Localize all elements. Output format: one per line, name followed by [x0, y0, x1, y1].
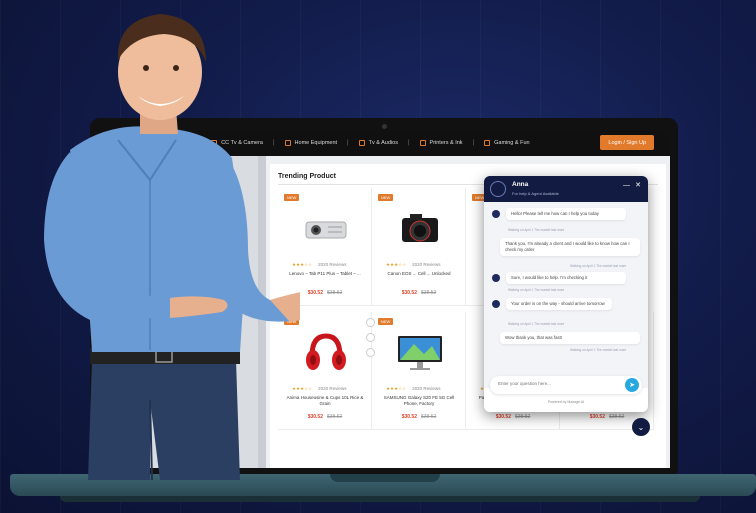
rating: ★★★☆☆ 2020 Reviews — [386, 262, 440, 268]
nav-item-label: Home Equipment — [294, 140, 338, 146]
close-icon[interactable]: ✕ — [635, 181, 641, 189]
rating: ★★★☆☆2020 Reviews — [292, 262, 346, 268]
nav-item-label: Printers & Ink — [429, 140, 463, 146]
nav-separator: | — [347, 140, 349, 146]
agent-name: Anna — [512, 181, 529, 188]
agent-avatar-small — [492, 300, 500, 308]
current-price: $30.52 — [307, 414, 323, 420]
agent-avatar — [490, 181, 506, 197]
current-price: $30.52 — [495, 414, 511, 420]
product-name[interactable]: Canon EOS ... Cell ... Unlocked — [378, 271, 460, 277]
presenter-person-image — [44, 14, 300, 481]
old-price: $38.52 — [421, 290, 437, 296]
chevron-down-icon[interactable]: ⌄ — [632, 418, 650, 436]
agent-message: Sure, I would like to help. I'm checking… — [506, 272, 626, 284]
current-price: $30.52 — [401, 414, 417, 420]
message-time: Walking on April 1 The market last more — [508, 228, 565, 232]
laptop-hinge-notch — [330, 474, 440, 482]
product-card[interactable]: NEW ★★★☆☆ 2020 Reviews Canon EOS ... Cell… — [372, 188, 466, 306]
nav-item-tv-audio[interactable]: Tv & Audios — [358, 140, 398, 146]
star-icons: ★★★☆☆ — [386, 386, 407, 391]
chat-messages: Hello! Please tell me how can I help you… — [484, 202, 648, 388]
old-price: $38.52 — [515, 414, 531, 420]
product-name[interactable]: SAMSUNG Galaxy S20 FE 5G Cell Phone, Fac… — [378, 395, 460, 407]
nav-item-label: Gaming & Fun — [494, 140, 530, 146]
nav-separator: | — [472, 140, 475, 146]
old-price: $38.52 — [609, 414, 625, 420]
gamepad-icon — [484, 140, 491, 146]
current-price: $30.52 — [401, 290, 417, 296]
price: $30.52 $38.52 — [466, 414, 560, 420]
nav-item-printers[interactable]: Printers & Ink — [419, 140, 463, 146]
review-count: 2020 Reviews — [412, 386, 441, 391]
message-time: Walking on April 1 The market last more — [508, 288, 565, 292]
chat-header: Anna For help & Agent Available — ✕ — [484, 176, 648, 202]
current-price: $30.52 — [589, 414, 605, 420]
old-price: $38.52 — [421, 414, 437, 420]
price: $30.52 $38.52 — [372, 290, 466, 296]
current-price: $30.52 — [307, 290, 323, 296]
headphones-image — [306, 333, 346, 370]
review-count: 2020 Reviews — [412, 262, 441, 267]
new-badge: NEW — [378, 318, 394, 325]
send-icon[interactable]: ➤ — [625, 378, 639, 392]
message-time: Walking on April 1 The market last more — [570, 264, 627, 268]
rating: ★★★☆☆2020 Reviews — [292, 386, 346, 392]
powered-by: Powered by Manage AI — [547, 400, 585, 404]
chat-input-row: ➤ — [490, 376, 642, 394]
user-message: Wow thank you, that was fast! — [500, 332, 640, 344]
new-badge: NEW — [378, 194, 394, 201]
monitor-image — [398, 336, 442, 370]
agent-status: For help & Agent Available — [512, 191, 559, 196]
message-time: Walking on April 1 The market last more — [508, 322, 565, 326]
webcam — [382, 124, 387, 129]
message-time: Walking on April 1 The market last more — [570, 348, 627, 352]
star-icons: ★★★☆☆ — [386, 262, 407, 267]
login-signup-button[interactable]: Login / Sign Up — [600, 135, 654, 150]
minimize-icon[interactable]: — — [623, 182, 630, 189]
old-price: $38.52 — [327, 290, 343, 296]
agent-avatar-small — [492, 210, 500, 218]
user-message: Thank you, I'm already a client and I wo… — [500, 238, 640, 256]
review-count: 2020 Reviews — [318, 386, 347, 391]
chat-message-input[interactable] — [498, 381, 608, 386]
projector-image — [305, 221, 347, 239]
nav-item-gaming[interactable]: Gaming & Fun — [484, 140, 530, 146]
review-count: 2020 Reviews — [318, 262, 347, 267]
agent-avatar-small — [492, 274, 500, 282]
price: $30.52 $38.52 — [372, 414, 466, 420]
chat-widget: Anna For help & Agent Available — ✕ Hell… — [484, 176, 648, 412]
product-card[interactable]: NEW ★★★☆☆ 2020 Reviews SAMSUNG Galaxy S20… — [372, 312, 466, 430]
agent-message: Hello! Please tell me how can I help you… — [506, 208, 626, 220]
camera-image — [402, 214, 438, 242]
printer-icon — [419, 140, 426, 146]
nav-item-label: Tv & Audios — [368, 140, 398, 146]
nav-separator: | — [407, 140, 410, 146]
rating: ★★★☆☆ 2020 Reviews — [386, 386, 440, 392]
agent-message: Your order is on the way - should arrive… — [506, 298, 612, 310]
old-price: $38.52 — [327, 414, 343, 420]
tv-icon — [358, 140, 365, 146]
